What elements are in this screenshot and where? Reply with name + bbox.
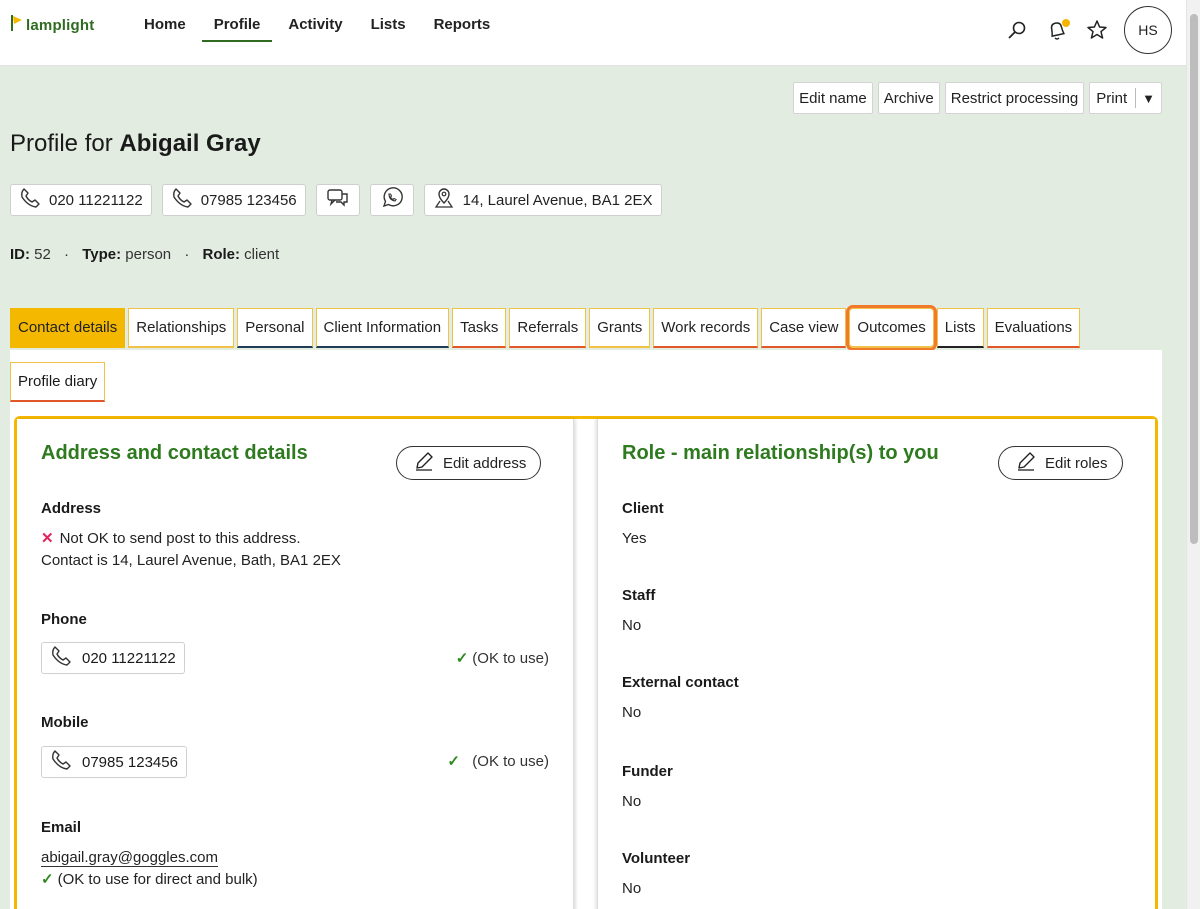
role-label-staff: Staff — [622, 587, 656, 604]
phone-label: Phone — [41, 611, 87, 628]
whatsapp-button[interactable] — [369, 184, 414, 216]
phone-icon — [50, 645, 72, 671]
tab-relationships[interactable]: Relationships — [128, 308, 235, 348]
tab-client-information[interactable]: Client Information — [315, 308, 450, 348]
email-link[interactable]: abigail.gray@goggles.com — [41, 847, 218, 869]
role-value-client: Yes — [622, 530, 647, 547]
phone-chip[interactable]: 020 11221122 — [10, 184, 152, 216]
mobile-ok-status: ✓ (OK to use) — [447, 753, 549, 770]
contact-chips: 020 11221122 07985 123456 14, Laurel Ave… — [10, 184, 662, 216]
page-title: Profile for Abigail Gray — [10, 130, 261, 157]
avatar[interactable]: HS — [1124, 6, 1172, 54]
pencil-icon — [1015, 450, 1037, 476]
sms-button[interactable] — [315, 184, 360, 216]
phone-icon — [19, 187, 41, 213]
chat-icon — [326, 187, 350, 213]
print-dropdown-icon[interactable]: ▼ — [1136, 91, 1161, 106]
role-value-staff: No — [622, 617, 642, 634]
pencil-icon — [413, 450, 435, 476]
whatsapp-icon — [380, 186, 404, 214]
tab-evaluations[interactable]: Evaluations — [986, 308, 1081, 348]
profile-actions: Edit name Archive Restrict processing Pr… — [793, 82, 1162, 114]
logo-text: lamplight — [26, 17, 95, 34]
notification-dot-icon — [1062, 19, 1070, 27]
email-ok-status: ✓ (OK to use for direct and bulk) — [41, 871, 258, 888]
tab-referrals[interactable]: Referrals — [509, 308, 587, 348]
top-navbar: lamplight Home Profile Activity Lists Re… — [0, 0, 1186, 66]
profile-tabs: Contact details Relationships Personal C… — [10, 305, 1081, 351]
tab-personal[interactable]: Personal — [237, 308, 313, 348]
role-label-volunteer: Volunteer — [622, 850, 691, 867]
address-chip[interactable]: 14, Laurel Avenue, BA1 2EX — [423, 184, 662, 216]
edit-name-button[interactable]: Edit name — [793, 82, 873, 114]
logo[interactable]: lamplight — [10, 14, 94, 37]
map-pin-icon — [433, 186, 455, 214]
restrict-processing-button[interactable]: Restrict processing — [944, 82, 1085, 114]
archive-button[interactable]: Archive — [877, 82, 940, 114]
nav-activity[interactable]: Activity — [276, 0, 354, 42]
address-label: Address — [41, 500, 102, 517]
lamp-icon — [10, 14, 24, 37]
tab-grants[interactable]: Grants — [589, 308, 651, 348]
address-warning: ✕ Not OK to send post to this address. — [41, 530, 301, 547]
tab-case-view[interactable]: Case view — [761, 308, 847, 348]
tab-work-records[interactable]: Work records — [653, 308, 759, 348]
edit-roles-button[interactable]: Edit roles — [998, 446, 1123, 480]
nav-profile[interactable]: Profile — [201, 0, 273, 42]
main-nav: Home Profile Activity Lists Reports — [132, 0, 506, 42]
mobile-chip[interactable]: 07985 123456 — [41, 746, 187, 778]
role-label-external: External contact — [622, 674, 739, 691]
profile-meta: ID: 52 · Type: person · Role: client — [10, 246, 280, 263]
tab-content: Profile diary Address and contact detail… — [10, 350, 1162, 909]
phone-icon — [50, 749, 72, 775]
scrollbar-thumb[interactable] — [1190, 14, 1198, 544]
panels-container: Address and contact details Edit address… — [14, 416, 1158, 909]
check-icon: ✓ — [455, 650, 469, 667]
panel-title: Address and contact details — [41, 442, 308, 464]
role-label-client: Client — [622, 500, 664, 517]
tab-tasks[interactable]: Tasks — [452, 308, 507, 348]
edit-address-button[interactable]: Edit address — [396, 446, 542, 480]
profile-name: Abigail Gray — [119, 130, 261, 157]
address-full: Contact is 14, Laurel Avenue, Bath, BA1 … — [41, 552, 341, 569]
tab-profile-diary[interactable]: Profile diary — [10, 362, 106, 402]
mobile-chip[interactable]: 07985 123456 — [161, 184, 306, 216]
phone-icon — [171, 187, 193, 213]
tab-lists[interactable]: Lists — [936, 308, 984, 348]
role-value-funder: No — [622, 793, 642, 810]
search-icon[interactable] — [1004, 17, 1030, 43]
main-content: Edit name Archive Restrict processing Pr… — [0, 66, 1186, 909]
tab-outcomes[interactable]: Outcomes — [846, 305, 937, 351]
scrollbar[interactable] — [1186, 0, 1200, 909]
print-label[interactable]: Print — [1090, 88, 1137, 108]
role-value-volunteer: No — [622, 880, 642, 897]
print-button[interactable]: Print ▼ — [1089, 82, 1162, 114]
star-icon[interactable] — [1084, 17, 1110, 43]
role-panel: Role - main relationship(s) to you Edit … — [597, 419, 1155, 909]
phone-chip[interactable]: 020 11221122 — [41, 642, 185, 674]
cross-icon: ✕ — [41, 530, 54, 547]
nav-reports[interactable]: Reports — [422, 0, 503, 42]
address-contact-panel: Address and contact details Edit address… — [17, 419, 574, 909]
role-label-funder: Funder — [622, 763, 673, 780]
panel-title: Role - main relationship(s) to you — [622, 442, 939, 464]
nav-lists[interactable]: Lists — [359, 0, 418, 42]
bell-icon[interactable] — [1044, 17, 1070, 43]
check-icon: ✓ — [447, 753, 460, 770]
email-label: Email — [41, 819, 82, 836]
tab-contact-details[interactable]: Contact details — [10, 308, 126, 348]
mobile-label: Mobile — [41, 714, 89, 731]
check-icon: ✓ — [41, 871, 54, 888]
role-value-external: No — [622, 704, 642, 721]
phone-ok-status: ✓ (OK to use) — [455, 650, 549, 667]
nav-home[interactable]: Home — [132, 0, 198, 42]
